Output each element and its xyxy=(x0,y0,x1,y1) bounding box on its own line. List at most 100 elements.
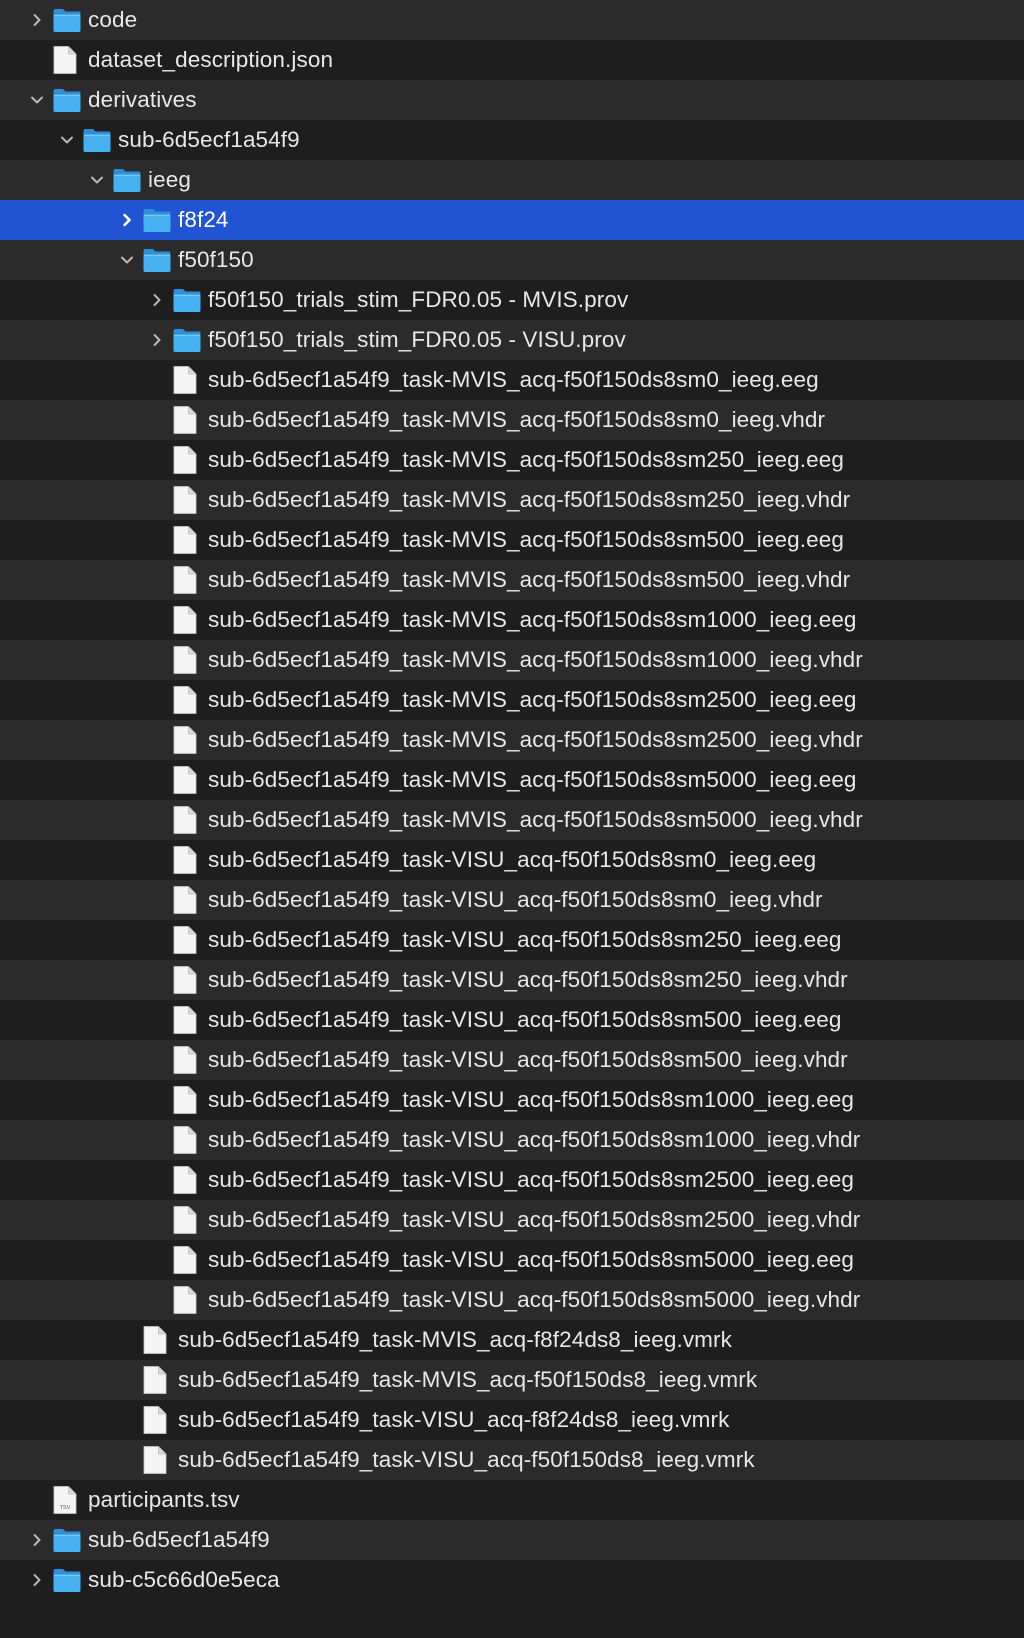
tree-row-label: sub-6d5ecf1a54f9_task-VISU_acq-f50f150ds… xyxy=(208,1247,855,1272)
tree-row-file[interactable]: sub-6d5ecf1a54f9_task-MVIS_acq-f50f150ds… xyxy=(0,1360,1024,1400)
folder-icon xyxy=(52,1560,82,1600)
tree-row-file[interactable]: sub-6d5ecf1a54f9_task-MVIS_acq-f50f150ds… xyxy=(0,520,1024,560)
document-icon xyxy=(142,1400,172,1440)
tree-row-file[interactable]: sub-6d5ecf1a54f9_task-VISU_acq-f50f150ds… xyxy=(0,880,1024,920)
tree-row-file[interactable]: sub-6d5ecf1a54f9_task-VISU_acq-f50f150ds… xyxy=(0,840,1024,880)
tree-row-label: sub-6d5ecf1a54f9_task-MVIS_acq-f50f150ds… xyxy=(178,1367,758,1392)
tree-row-file[interactable]: sub-6d5ecf1a54f9_task-VISU_acq-f50f150ds… xyxy=(0,1200,1024,1240)
tree-row-file[interactable]: sub-6d5ecf1a54f9_task-VISU_acq-f50f150ds… xyxy=(0,1080,1024,1120)
chevron-right-icon[interactable] xyxy=(142,320,172,360)
document-icon xyxy=(52,40,82,80)
tree-row-label: participants.tsv xyxy=(88,1487,240,1512)
tree-row-file[interactable]: sub-6d5ecf1a54f9_task-VISU_acq-f8f24ds8_… xyxy=(0,1400,1024,1440)
tree-row-file[interactable]: sub-6d5ecf1a54f9_task-VISU_acq-f50f150ds… xyxy=(0,1280,1024,1320)
tree-row-file[interactable]: sub-6d5ecf1a54f9_task-MVIS_acq-f50f150ds… xyxy=(0,680,1024,720)
tree-row-file[interactable]: sub-6d5ecf1a54f9_task-VISU_acq-f50f150ds… xyxy=(0,1240,1024,1280)
document-icon xyxy=(172,1160,202,1200)
tree-row-label: sub-6d5ecf1a54f9_task-MVIS_acq-f50f150ds… xyxy=(208,807,863,832)
tree-row-folder[interactable]: sub-6d5ecf1a54f9 xyxy=(0,120,1024,160)
tree-row-label: sub-6d5ecf1a54f9_task-VISU_acq-f50f150ds… xyxy=(208,1207,861,1232)
tree-row-file[interactable]: sub-6d5ecf1a54f9_task-MVIS_acq-f50f150ds… xyxy=(0,800,1024,840)
document-icon xyxy=(142,1440,172,1480)
document-icon xyxy=(172,480,202,520)
document-icon xyxy=(172,920,202,960)
chevron-down-icon[interactable] xyxy=(82,160,112,200)
tree-row-file[interactable]: sub-6d5ecf1a54f9_task-MVIS_acq-f50f150ds… xyxy=(0,560,1024,600)
tree-row-file[interactable]: sub-6d5ecf1a54f9_task-MVIS_acq-f50f150ds… xyxy=(0,480,1024,520)
tree-row-file[interactable]: sub-6d5ecf1a54f9_task-VISU_acq-f50f150ds… xyxy=(0,920,1024,960)
document-icon xyxy=(172,720,202,760)
tree-row-file[interactable]: TSV participants.tsv xyxy=(0,1480,1024,1520)
tree-row-folder[interactable]: f50f150_trials_stim_FDR0.05 - VISU.prov xyxy=(0,320,1024,360)
tree-row-folder[interactable]: f50f150_trials_stim_FDR0.05 - MVIS.prov xyxy=(0,280,1024,320)
tree-row-label: sub-6d5ecf1a54f9 xyxy=(118,127,300,152)
chevron-right-icon[interactable] xyxy=(22,1560,52,1600)
document-icon xyxy=(172,880,202,920)
document-icon xyxy=(172,800,202,840)
tree-row-label: sub-6d5ecf1a54f9_task-VISU_acq-f50f150ds… xyxy=(208,1127,861,1152)
tree-row-file[interactable]: sub-6d5ecf1a54f9_task-MVIS_acq-f50f150ds… xyxy=(0,640,1024,680)
tree-row-file[interactable]: sub-6d5ecf1a54f9_task-MVIS_acq-f50f150ds… xyxy=(0,600,1024,640)
tree-row-folder[interactable]: sub-6d5ecf1a54f9 xyxy=(0,1520,1024,1560)
tree-row-file[interactable]: sub-6d5ecf1a54f9_task-MVIS_acq-f8f24ds8_… xyxy=(0,1320,1024,1360)
tree-row-file[interactable]: sub-6d5ecf1a54f9_task-VISU_acq-f50f150ds… xyxy=(0,1160,1024,1200)
tree-row-file[interactable]: sub-6d5ecf1a54f9_task-MVIS_acq-f50f150ds… xyxy=(0,440,1024,480)
tree-row-folder[interactable]: code xyxy=(0,0,1024,40)
tree-row-folder[interactable]: f50f150 xyxy=(0,240,1024,280)
tree-row-file[interactable]: sub-6d5ecf1a54f9_task-VISU_acq-f50f150ds… xyxy=(0,1120,1024,1160)
tree-row-file[interactable]: sub-6d5ecf1a54f9_task-MVIS_acq-f50f150ds… xyxy=(0,760,1024,800)
chevron-right-icon[interactable] xyxy=(112,200,142,240)
tree-row-file[interactable]: sub-6d5ecf1a54f9_task-MVIS_acq-f50f150ds… xyxy=(0,400,1024,440)
tree-row-label: ieeg xyxy=(148,167,191,192)
chevron-down-icon[interactable] xyxy=(22,80,52,120)
tree-row-folder[interactable]: sub-c5c66d0e5eca xyxy=(0,1560,1024,1600)
tree-row-label: code xyxy=(88,7,138,32)
tree-row-label: f50f150_trials_stim_FDR0.05 - VISU.prov xyxy=(208,327,626,352)
tree-row-label: sub-6d5ecf1a54f9_task-MVIS_acq-f50f150ds… xyxy=(208,727,863,752)
tsv-badge: TSV xyxy=(60,1505,71,1511)
document-icon xyxy=(172,1080,202,1120)
tree-row-folder[interactable]: f8f24 xyxy=(0,200,1024,240)
chevron-down-icon[interactable] xyxy=(52,120,82,160)
tree-row-label: sub-6d5ecf1a54f9_task-MVIS_acq-f50f150ds… xyxy=(208,567,851,592)
tree-row-folder[interactable]: ieeg xyxy=(0,160,1024,200)
chevron-down-icon[interactable] xyxy=(112,240,142,280)
tree-row-label: sub-6d5ecf1a54f9_task-VISU_acq-f50f150ds… xyxy=(208,1007,842,1032)
tree-row-file[interactable]: sub-6d5ecf1a54f9_task-VISU_acq-f50f150ds… xyxy=(0,1040,1024,1080)
folder-icon xyxy=(112,160,142,200)
tree-row-file[interactable]: dataset_description.json xyxy=(0,40,1024,80)
document-icon xyxy=(172,1200,202,1240)
tree-row-label: sub-6d5ecf1a54f9_task-VISU_acq-f50f150ds… xyxy=(208,1047,848,1072)
document-icon xyxy=(172,840,202,880)
tree-row-label: sub-6d5ecf1a54f9_task-MVIS_acq-f8f24ds8_… xyxy=(178,1327,732,1352)
tree-row-file[interactable]: sub-6d5ecf1a54f9_task-VISU_acq-f50f150ds… xyxy=(0,960,1024,1000)
tree-row-folder[interactable]: derivatives xyxy=(0,80,1024,120)
chevron-right-icon[interactable] xyxy=(142,280,172,320)
tree-row-label: sub-6d5ecf1a54f9_task-MVIS_acq-f50f150ds… xyxy=(208,367,819,392)
tree-row-file[interactable]: sub-6d5ecf1a54f9_task-MVIS_acq-f50f150ds… xyxy=(0,720,1024,760)
document-icon xyxy=(172,680,202,720)
folder-icon xyxy=(82,120,112,160)
tree-row-file[interactable]: sub-6d5ecf1a54f9_task-VISU_acq-f50f150ds… xyxy=(0,1000,1024,1040)
chevron-right-icon[interactable] xyxy=(22,1520,52,1560)
chevron-right-icon[interactable] xyxy=(22,0,52,40)
tree-row-file[interactable]: sub-6d5ecf1a54f9_task-VISU_acq-f50f150ds… xyxy=(0,1440,1024,1480)
tree-row-label: sub-6d5ecf1a54f9_task-VISU_acq-f50f150ds… xyxy=(178,1447,755,1472)
tree-row-file[interactable]: sub-6d5ecf1a54f9_task-MVIS_acq-f50f150ds… xyxy=(0,360,1024,400)
tree-row-label: sub-6d5ecf1a54f9_task-VISU_acq-f50f150ds… xyxy=(208,1287,861,1312)
file-tree: code dataset_description.json derivatives s… xyxy=(0,0,1024,1600)
